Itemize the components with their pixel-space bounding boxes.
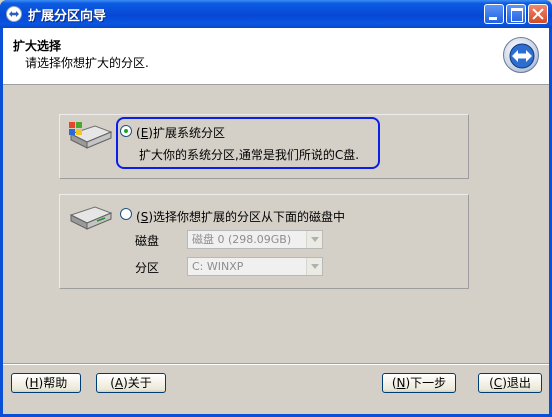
page-subtitle: 请选择你想扩大的分区. bbox=[25, 56, 149, 70]
app-icon[interactable] bbox=[6, 6, 22, 22]
partition-label: 分区 bbox=[135, 261, 160, 275]
maximize-button[interactable] bbox=[506, 4, 526, 24]
minimize-button[interactable] bbox=[484, 4, 504, 24]
button-label: 帮助 bbox=[43, 376, 68, 390]
shortcut-key: A bbox=[114, 376, 124, 390]
chevron-down-icon[interactable] bbox=[306, 231, 322, 248]
page-title: 扩大选择 bbox=[13, 39, 62, 53]
shortcut-key: H bbox=[29, 376, 39, 390]
option-text: 选择你想扩展的分区从下面的磁盘中 bbox=[153, 210, 346, 224]
exit-button[interactable]: (C)退出 bbox=[478, 373, 542, 393]
option-text: 扩展系统分区 bbox=[152, 126, 225, 140]
disk-drive-icon bbox=[69, 206, 113, 230]
wizard-window: 扩展分区向导 扩大选择 请选择你想扩大的分区. (E)扩展系统分区 扩大你的系统… bbox=[0, 0, 552, 417]
other-partition-option-label[interactable]: (S)选择你想扩展的分区从下面的磁盘中 bbox=[136, 208, 345, 225]
other-partition-radio[interactable] bbox=[120, 208, 132, 220]
system-drive-icon bbox=[69, 122, 113, 149]
shortcut-key: C bbox=[493, 376, 503, 390]
button-label: 下一步 bbox=[410, 376, 447, 390]
client-area: 扩大选择 请选择你想扩大的分区. (E)扩展系统分区 扩大你的系统分区,通常是我… bbox=[3, 28, 549, 414]
window-title: 扩展分区向导 bbox=[28, 9, 107, 24]
disk-label: 磁盘 bbox=[135, 234, 160, 248]
system-partition-option-label[interactable]: (E)扩展系统分区 bbox=[136, 124, 225, 141]
system-partition-radio[interactable] bbox=[120, 125, 132, 137]
disk-select[interactable]: 磁盘 0 (298.09GB) bbox=[187, 230, 323, 249]
close-button[interactable] bbox=[528, 4, 548, 24]
chevron-down-icon[interactable] bbox=[306, 258, 322, 275]
help-button[interactable]: (H)帮助 bbox=[11, 373, 81, 393]
wizard-header: 扩大选择 请选择你想扩大的分区. bbox=[3, 28, 549, 85]
shortcut-key: S bbox=[140, 210, 149, 224]
footer-divider bbox=[3, 363, 549, 365]
resize-partition-logo-icon bbox=[503, 37, 539, 73]
partition-select-value: C: WINXP bbox=[192, 260, 244, 273]
title-bar[interactable]: 扩展分区向导 bbox=[0, 0, 552, 28]
system-partition-description: 扩大你的系统分区,通常是我们所说的C盘. bbox=[139, 148, 360, 162]
button-label: 退出 bbox=[506, 376, 531, 390]
shortcut-key: N bbox=[396, 376, 406, 390]
about-button[interactable]: (A)关于 bbox=[96, 373, 166, 393]
partition-select[interactable]: C: WINXP bbox=[187, 257, 323, 276]
next-button[interactable]: (N)下一步 bbox=[382, 373, 456, 393]
disk-select-value: 磁盘 0 (298.09GB) bbox=[192, 233, 292, 246]
button-label: 关于 bbox=[127, 376, 152, 390]
shortcut-key: E bbox=[140, 126, 149, 140]
